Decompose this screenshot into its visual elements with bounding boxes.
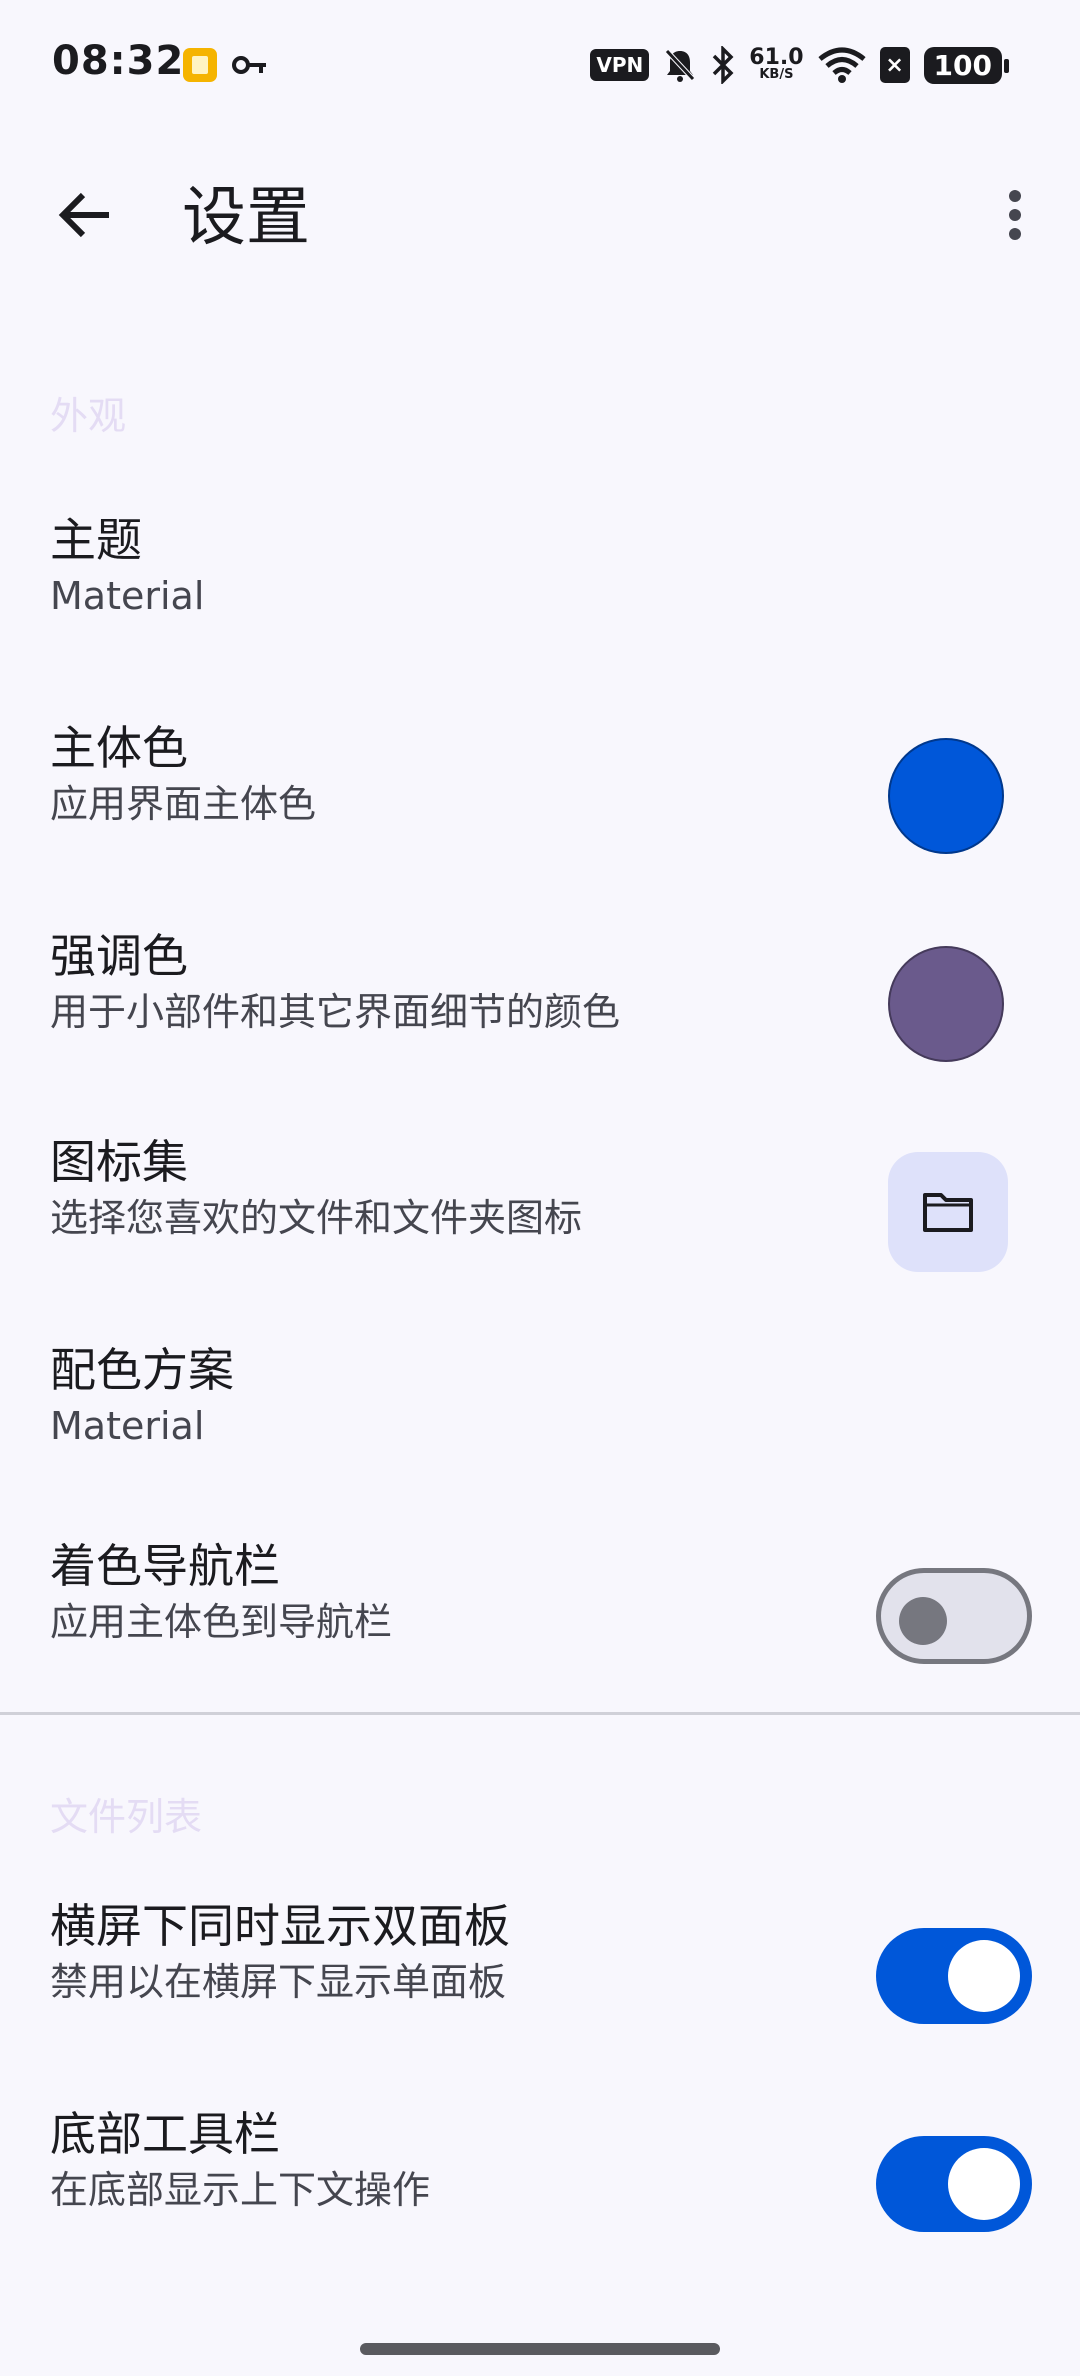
toggle-thumb: [948, 2148, 1020, 2220]
setting-color-scheme[interactable]: 配色方案 Material: [0, 1310, 1080, 1510]
bluetooth-icon: [713, 46, 734, 84]
setting-primary-color[interactable]: 主体色 应用界面主体色: [0, 688, 1080, 888]
page-title: 设置: [182, 181, 310, 255]
more-vert-icon: [1009, 190, 1021, 240]
setting-subtitle: 应用主体色到导航栏: [50, 1600, 393, 1644]
colored-nav-bar-toggle[interactable]: [876, 1568, 1032, 1664]
setting-subtitle: 禁用以在横屏下显示单面板: [50, 1960, 507, 2004]
setting-title: 配色方案: [50, 1343, 234, 1397]
net-speed-unit: KB/S: [759, 67, 794, 82]
vpn-icon: VPN: [590, 49, 650, 81]
setting-subtitle: Material: [50, 1404, 205, 1448]
note-app-icon: [183, 48, 217, 82]
more-options-button[interactable]: [990, 180, 1040, 250]
setting-theme[interactable]: 主题 Material: [0, 480, 1080, 680]
setting-title: 底部工具栏: [50, 2107, 280, 2161]
setting-icon-set[interactable]: 图标集 选择您喜欢的文件和文件夹图标: [0, 1102, 1080, 1302]
setting-colored-nav-bar[interactable]: 着色导航栏 应用主体色到导航栏: [0, 1506, 1080, 1706]
back-button[interactable]: [50, 180, 120, 250]
icon-set-preview[interactable]: [888, 1152, 1008, 1272]
section-divider: [0, 1712, 1080, 1715]
setting-subtitle: 选择您喜欢的文件和文件夹图标: [50, 1196, 583, 1240]
setting-subtitle: Material: [50, 574, 205, 618]
key-icon: [232, 56, 266, 74]
battery-icon: 100: [923, 46, 1010, 84]
setting-subtitle: 在底部显示上下文操作: [50, 2168, 431, 2212]
setting-subtitle: 用于小部件和其它界面细节的颜色: [50, 990, 621, 1034]
folder-icon: [923, 1193, 973, 1232]
sim-off-icon: ×: [879, 47, 910, 83]
status-time: 08:32: [52, 38, 185, 84]
setting-title: 主体色: [50, 721, 188, 775]
setting-subtitle: 应用界面主体色: [50, 782, 317, 826]
setting-accent-color[interactable]: 强调色 用于小部件和其它界面细节的颜色: [0, 896, 1080, 1096]
setting-dual-pane[interactable]: 横屏下同时显示双面板 禁用以在横屏下显示单面板: [0, 1866, 1080, 2066]
back-arrow-icon: [58, 192, 109, 238]
primary-color-swatch[interactable]: [888, 738, 1004, 854]
status-bar: 08:32 VPN 61.0 KB/S × 100: [0, 0, 1080, 130]
setting-title: 主题: [50, 513, 142, 567]
setting-title: 强调色: [50, 929, 188, 983]
mute-bell-icon: [665, 49, 696, 82]
toggle-thumb: [948, 1940, 1020, 2012]
toggle-thumb: [899, 1597, 947, 1645]
wifi-icon: [817, 47, 866, 83]
net-speed: 61.0 KB/S: [749, 47, 803, 82]
accent-color-swatch[interactable]: [888, 946, 1004, 1062]
gesture-nav-handle[interactable]: [360, 2343, 720, 2355]
section-header-appearance: 外观: [50, 394, 127, 438]
section-header-file-list: 文件列表: [50, 1795, 203, 1839]
status-icons: VPN 61.0 KB/S × 100: [590, 40, 1010, 90]
dual-pane-toggle[interactable]: [876, 1928, 1032, 2024]
bottom-toolbar-toggle[interactable]: [876, 2136, 1032, 2232]
setting-title: 着色导航栏: [50, 1539, 280, 1593]
setting-title: 图标集: [50, 1135, 188, 1189]
setting-bottom-toolbar[interactable]: 底部工具栏 在底部显示上下文操作: [0, 2074, 1080, 2274]
setting-title: 横屏下同时显示双面板: [50, 1899, 510, 1953]
